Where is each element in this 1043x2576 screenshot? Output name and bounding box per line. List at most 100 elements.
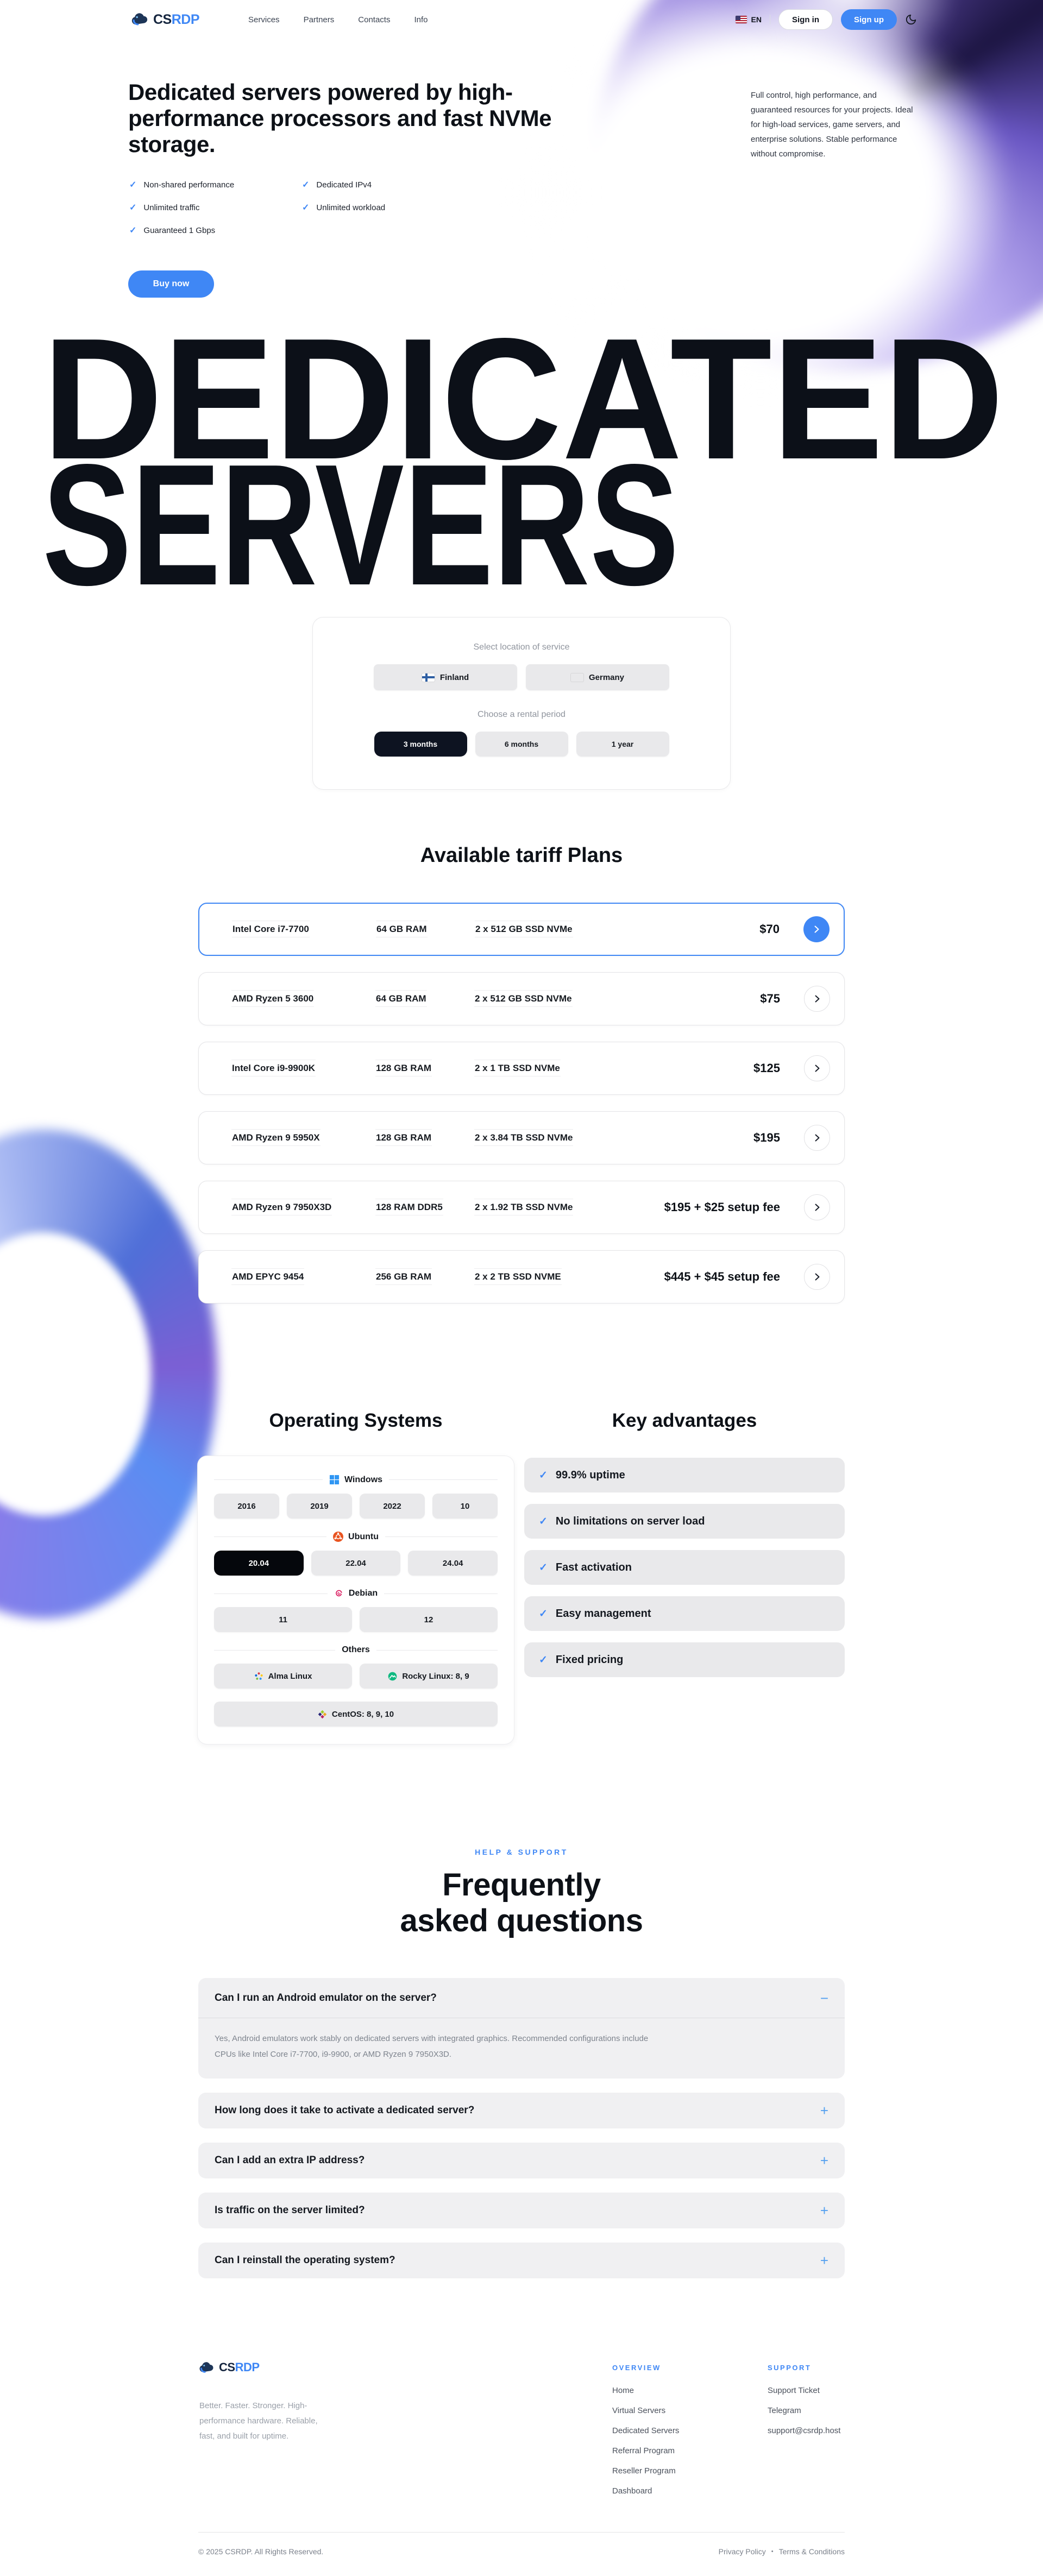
check-icon: ✓ [129,225,136,236]
buy-now-button[interactable]: Buy now [128,270,214,298]
nav-item-partners[interactable]: Partners [304,15,335,24]
footer-link-referral-program[interactable]: Referral Program [612,2446,679,2455]
os-option-ubuntu-2004[interactable]: 20.04 [214,1551,304,1576]
plan-select-button[interactable] [804,1055,830,1081]
feature-item: ✓Dedicated IPv4 [302,179,385,190]
chevron-right-icon [815,1065,820,1072]
plan-row[interactable]: AMD Ryzen 5 3600 64 GB RAM 2 x 512 GB SS… [198,972,845,1025]
faq-question[interactable]: Can I add an extra IP address? + [198,2143,845,2178]
os-option-centos[interactable]: CentOS: 8, 9, 10 [214,1702,498,1727]
period-button-1-year[interactable]: 1 year [576,732,669,757]
os-group-ubuntu: Ubuntu [214,1532,498,1542]
plan-select-button[interactable] [804,1194,830,1220]
expand-plus-icon[interactable]: + [820,2153,828,2168]
plan-cpu: AMD Ryzen 5 3600 [231,993,375,1004]
os-option-ubuntu-2404[interactable]: 24.04 [408,1551,498,1576]
faq-question[interactable]: How long does it take to activate a dedi… [198,2093,845,2128]
faq-answer: Yes, Android emulators work stably on de… [198,2018,665,2079]
footer-link-support-email[interactable]: support@csrdp.host [768,2426,840,2435]
check-icon: ✓ [539,1608,548,1620]
check-icon: ✓ [302,202,309,213]
os-option-windows-2022[interactable]: 2022 [360,1494,425,1519]
os-option-windows-2016[interactable]: 2016 [214,1494,279,1519]
advantage-item: ✓99.9% uptime [524,1458,845,1492]
collapse-minus-icon[interactable]: − [820,1991,828,2005]
os-option-debian-11[interactable]: 11 [214,1607,352,1632]
footer-tagline: Better. Faster. Stronger. High-performan… [199,2398,330,2443]
sign-in-button[interactable]: Sign in [778,9,833,30]
cloud-logo-icon [198,2361,215,2374]
os-option-ubuntu-2204[interactable]: 22.04 [311,1551,401,1576]
period-button-3-months[interactable]: 3 months [374,732,467,757]
plan-storage: 2 x 1.92 TB SSD NVMe [474,1202,664,1213]
plan-row[interactable]: Intel Core i9-9900K 128 GB RAM 2 x 1 TB … [198,1042,845,1095]
advantage-item: ✓No limitations on server load [524,1504,845,1539]
top-navigation-bar: CSRDP Services Partners Contacts Info EN… [0,0,1043,39]
check-icon: ✓ [129,202,136,213]
footer-link-home[interactable]: Home [612,2386,679,2395]
footer-link-dedicated-servers[interactable]: Dedicated Servers [612,2426,679,2435]
sign-up-button[interactable]: Sign up [841,9,897,30]
plan-ram: 256 GB RAM [375,1271,474,1282]
plan-ram: 64 GB RAM [376,924,475,935]
faq-question[interactable]: Is traffic on the server limited? + [198,2193,845,2228]
plan-select-button[interactable] [803,916,830,942]
os-option-rocky-linux[interactable]: Rocky Linux: 8, 9 [360,1664,498,1689]
footer-brand-logo[interactable]: CSRDP [198,2360,260,2375]
copyright-text: © 2025 CSRDP. All Rights Reserved. [198,2547,323,2556]
expand-plus-icon[interactable]: + [820,2203,828,2218]
hero-description: Full control, high performance, and guar… [751,88,914,161]
expand-plus-icon[interactable]: + [820,2253,828,2268]
nav-item-contacts[interactable]: Contacts [358,15,390,24]
plan-ram: 128 RAM DDR5 [375,1202,474,1213]
advantage-item: ✓Fast activation [524,1550,845,1585]
os-group-others: Others [214,1645,498,1655]
plan-storage: 2 x 512 GB SSD NVMe [474,993,760,1004]
plan-price: $195 [753,1131,780,1145]
faq-question[interactable]: Can I run an Android emulator on the ser… [198,1978,845,2018]
plan-row[interactable]: AMD Ryzen 9 7950X3D 128 RAM DDR5 2 x 1.9… [198,1181,845,1234]
faq-item: How long does it take to activate a dedi… [198,2093,845,2128]
nav-item-info[interactable]: Info [414,15,428,24]
footer-link-reseller-program[interactable]: Reseller Program [612,2466,679,2476]
plan-price: $70 [759,922,780,936]
os-option-windows-10[interactable]: 10 [432,1494,498,1519]
main-nav: Services Partners Contacts Info [248,15,428,24]
advantage-item: ✓Easy management [524,1596,845,1631]
period-button-6-months[interactable]: 6 months [475,732,568,757]
plan-row[interactable]: AMD Ryzen 9 5950X 128 GB RAM 2 x 3.84 TB… [198,1111,845,1164]
plan-storage: 2 x 3.84 TB SSD NVMe [474,1132,753,1143]
plan-select-button[interactable] [804,1125,830,1151]
plan-row[interactable]: AMD EPYC 9454 256 GB RAM 2 x 2 TB SSD NV… [198,1250,845,1303]
debian-icon [334,1589,344,1598]
location-button-germany[interactable]: Germany [526,664,669,690]
privacy-policy-link[interactable]: Privacy Policy [719,2547,766,2556]
brand-logo[interactable]: CSRDP [130,12,199,28]
os-option-alma-linux[interactable]: Alma Linux [214,1664,352,1689]
footer-legal-links: Privacy Policy • Terms & Conditions [719,2547,845,2556]
os-group-debian: Debian [214,1589,498,1598]
footer-link-support-ticket[interactable]: Support Ticket [768,2386,840,2395]
plan-row[interactable]: Intel Core i7-7700 64 GB RAM 2 x 512 GB … [198,903,845,956]
faq-item-expanded: Can I run an Android emulator on the ser… [198,1978,845,2079]
faq-item: Can I reinstall the operating system? + [198,2243,845,2278]
nav-item-services[interactable]: Services [248,15,280,24]
footer-link-telegram[interactable]: Telegram [768,2406,840,2415]
dark-mode-moon-icon[interactable] [905,14,917,26]
language-selector[interactable]: EN [736,15,762,24]
os-option-debian-12[interactable]: 12 [360,1607,498,1632]
plan-select-button[interactable] [804,986,830,1012]
footer-link-dashboard[interactable]: Dashboard [612,2486,679,2496]
plan-select-button[interactable] [804,1264,830,1290]
expand-plus-icon[interactable]: + [820,2103,828,2118]
feature-item: ✓Unlimited traffic [129,202,302,213]
faq-question[interactable]: Can I reinstall the operating system? + [198,2243,845,2278]
plan-cpu: Intel Core i9-9900K [231,1063,375,1074]
hero-feature-list: ✓Non-shared performance ✓Unlimited traff… [129,179,385,236]
flag-finland-icon [422,673,435,682]
location-button-finland[interactable]: Finland [374,664,517,690]
windows-icon [329,1475,340,1485]
terms-link[interactable]: Terms & Conditions [779,2547,845,2556]
os-option-windows-2019[interactable]: 2019 [287,1494,352,1519]
footer-link-virtual-servers[interactable]: Virtual Servers [612,2406,679,2415]
